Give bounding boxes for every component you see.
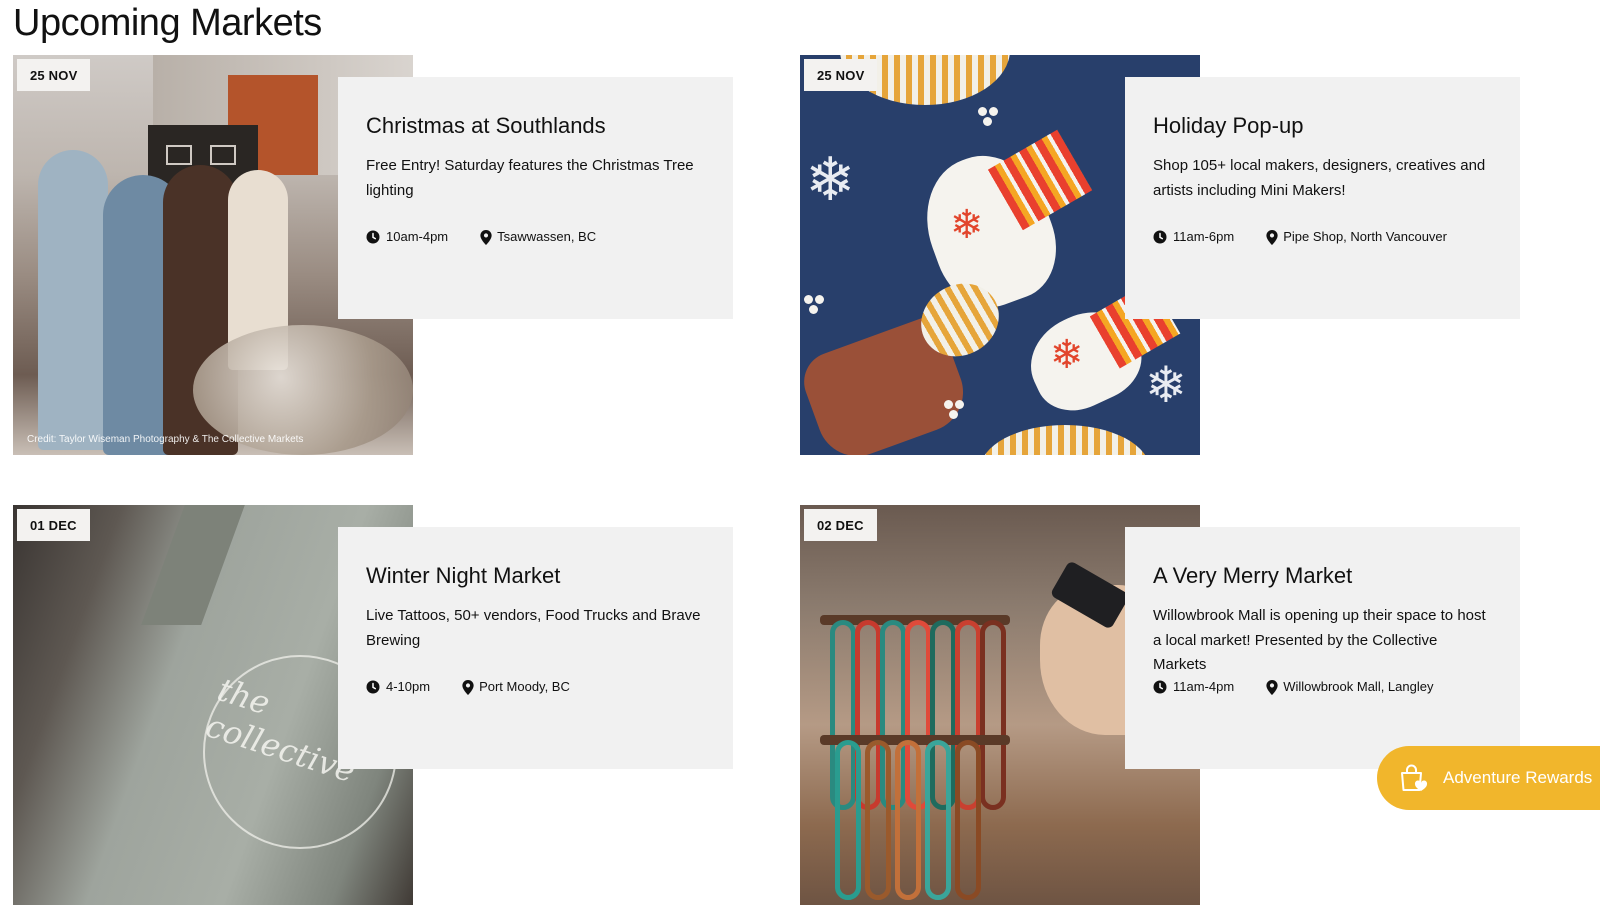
map-pin-icon (1266, 229, 1278, 245)
map-pin-icon (480, 229, 492, 245)
date-badge: 25 NOV (17, 59, 91, 91)
market-card[interactable]: ❄ ❄ ❄ ❄ 25 NOV Holiday Pop-up Shop 105+ … (800, 55, 1535, 455)
market-location: Tsawwassen, BC (497, 229, 597, 244)
market-meta: 4-10pm Port Moody, BC (366, 679, 570, 695)
market-description: Willowbrook Mall is opening up their spa… (1153, 607, 1486, 673)
adventure-rewards-button[interactable]: Adventure Rewards (1377, 746, 1600, 810)
shopping-bag-heart-icon (1397, 762, 1429, 794)
market-info-panel: Holiday Pop-up Shop 105+ local makers, d… (1125, 77, 1520, 319)
date-badge: 01 DEC (17, 509, 90, 541)
market-meta: 11am-6pm Pipe Shop, North Vancouver (1153, 229, 1447, 245)
market-location: Willowbrook Mall, Langley (1283, 679, 1434, 694)
market-info-panel: A Very Merry Market Willowbrook Mall is … (1125, 527, 1520, 769)
map-pin-icon (462, 679, 474, 695)
market-card[interactable]: Credit: Taylor Wiseman Photography & The… (13, 55, 748, 455)
market-meta: 10am-4pm Tsawwassen, BC (366, 229, 597, 245)
market-title[interactable]: Holiday Pop-up (1153, 113, 1492, 139)
page-title: Upcoming Markets (13, 2, 322, 44)
adventure-rewards-label: Adventure Rewards (1443, 768, 1593, 787)
photo-credit: Credit: Taylor Wiseman Photography & The… (27, 434, 304, 445)
market-card[interactable]: 02 DEC A Very Merry Market Willowbrook M… (800, 505, 1535, 905)
market-info-panel: Christmas at Southlands Free Entry! Satu… (338, 77, 733, 319)
market-card[interactable]: the collective 01 DEC Winter Night Marke… (13, 505, 748, 905)
clock-icon (1153, 230, 1167, 244)
date-badge: 25 NOV (804, 59, 878, 91)
market-title[interactable]: Christmas at Southlands (366, 113, 705, 139)
market-description: Live Tattoos, 50+ vendors, Food Trucks a… (366, 607, 701, 649)
clock-icon (1153, 680, 1167, 694)
date-badge: 02 DEC (804, 509, 877, 541)
market-time: 4-10pm (386, 679, 431, 694)
market-time: 10am-4pm (386, 229, 449, 244)
market-location: Pipe Shop, North Vancouver (1283, 229, 1447, 244)
market-location: Port Moody, BC (479, 679, 570, 694)
clock-icon (366, 230, 380, 244)
market-time: 11am-6pm (1173, 229, 1235, 244)
market-description: Free Entry! Saturday features the Christ… (366, 157, 694, 199)
market-meta: 11am-4pm Willowbrook Mall, Langley (1153, 679, 1434, 695)
clock-icon (366, 680, 380, 694)
market-info-panel: Winter Night Market Live Tattoos, 50+ ve… (338, 527, 733, 769)
market-description: Shop 105+ local makers, designers, creat… (1153, 157, 1486, 199)
market-title[interactable]: A Very Merry Market (1153, 563, 1492, 589)
market-time: 11am-4pm (1173, 679, 1235, 694)
market-title[interactable]: Winter Night Market (366, 563, 705, 589)
map-pin-icon (1266, 679, 1278, 695)
